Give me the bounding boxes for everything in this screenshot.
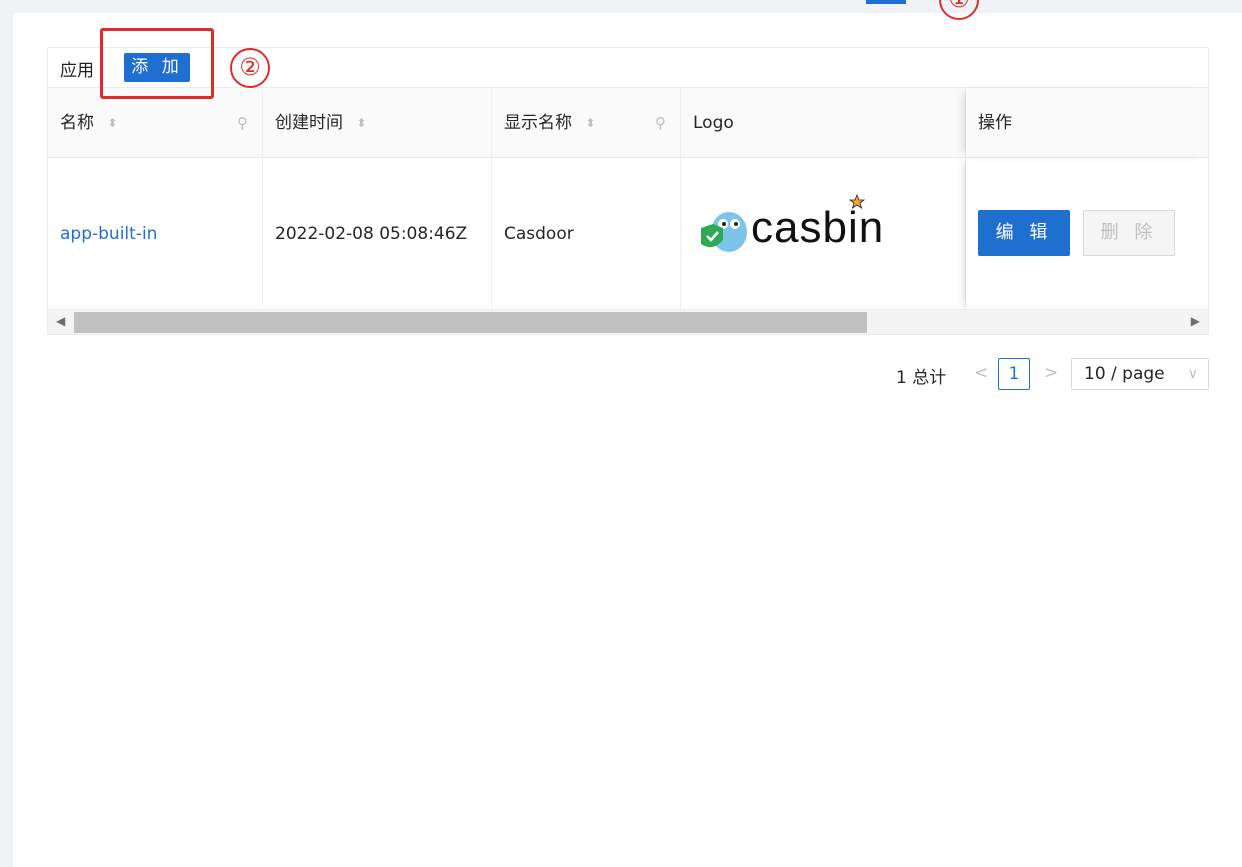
scroll-left-icon[interactable]: ◀ [56, 314, 65, 328]
top-nav-marker[interactable] [866, 0, 906, 4]
top-strip [0, 0, 1242, 13]
column-header-created-time-label: 创建时间 [275, 113, 343, 133]
cell-name: app-built-in [48, 158, 263, 310]
applications-table: 应用 添 加 名称 ⬍ ⚲ 创建时间 ⬍ 显示名称 ⬍ ⚲ Logo 操作 ap… [47, 47, 1209, 335]
column-header-created-time[interactable]: 创建时间 ⬍ [263, 88, 492, 158]
column-header-logo-label: Logo [693, 113, 734, 133]
scroll-right-icon[interactable]: ▶ [1191, 314, 1200, 328]
table-header: 名称 ⬍ ⚲ 创建时间 ⬍ 显示名称 ⬍ ⚲ Logo 操作 [48, 88, 1208, 158]
page-size-value: 10 / page [1084, 364, 1165, 384]
column-header-actions: 操作 [966, 88, 1210, 158]
gopher-mascot-icon [701, 212, 747, 252]
sort-icon[interactable]: ⬍ [107, 116, 117, 130]
chevron-right-icon[interactable]: > [1044, 363, 1058, 383]
edit-button[interactable]: 编 辑 [978, 210, 1070, 256]
star-icon [849, 194, 865, 209]
table-title: 应用 [60, 61, 94, 81]
column-header-actions-label: 操作 [978, 113, 1012, 133]
annotation-step-2: ② [230, 48, 270, 88]
app-name-link[interactable]: app-built-in [60, 224, 157, 244]
column-header-logo: Logo [681, 88, 966, 158]
page-size-select[interactable]: 10 / page ∨ [1071, 358, 1209, 390]
chevron-left-icon[interactable]: < [974, 363, 988, 383]
cell-actions: 编 辑 删 除 [966, 158, 1210, 310]
sort-icon[interactable]: ⬍ [585, 116, 595, 130]
column-header-display-name[interactable]: 显示名称 ⬍ ⚲ [492, 88, 681, 158]
column-header-name-label: 名称 [60, 113, 94, 133]
scrollbar-thumb[interactable] [74, 312, 867, 333]
chevron-down-icon: ∨ [1187, 366, 1198, 382]
cell-logo: casbin [681, 158, 966, 310]
annotation-highlight-box [100, 28, 214, 99]
delete-button[interactable]: 删 除 [1083, 210, 1175, 256]
page-number-current[interactable]: 1 [998, 358, 1030, 390]
table-title-bar: 应用 添 加 [48, 48, 1208, 88]
cell-created-time: 2022-02-08 05:08:46Z [263, 158, 492, 310]
table-row: app-built-in 2022-02-08 05:08:46Z Casdoo… [48, 158, 1208, 310]
column-header-display-name-label: 显示名称 [504, 113, 572, 133]
sort-icon[interactable]: ⬍ [356, 116, 366, 130]
left-edge [0, 0, 13, 867]
pagination-total: 1 总计 [896, 368, 947, 388]
cell-display-name: Casdoor [492, 158, 681, 310]
search-icon[interactable]: ⚲ [655, 88, 666, 158]
horizontal-scrollbar[interactable]: ◀ ▶ [48, 310, 1208, 334]
search-icon[interactable]: ⚲ [237, 88, 248, 158]
